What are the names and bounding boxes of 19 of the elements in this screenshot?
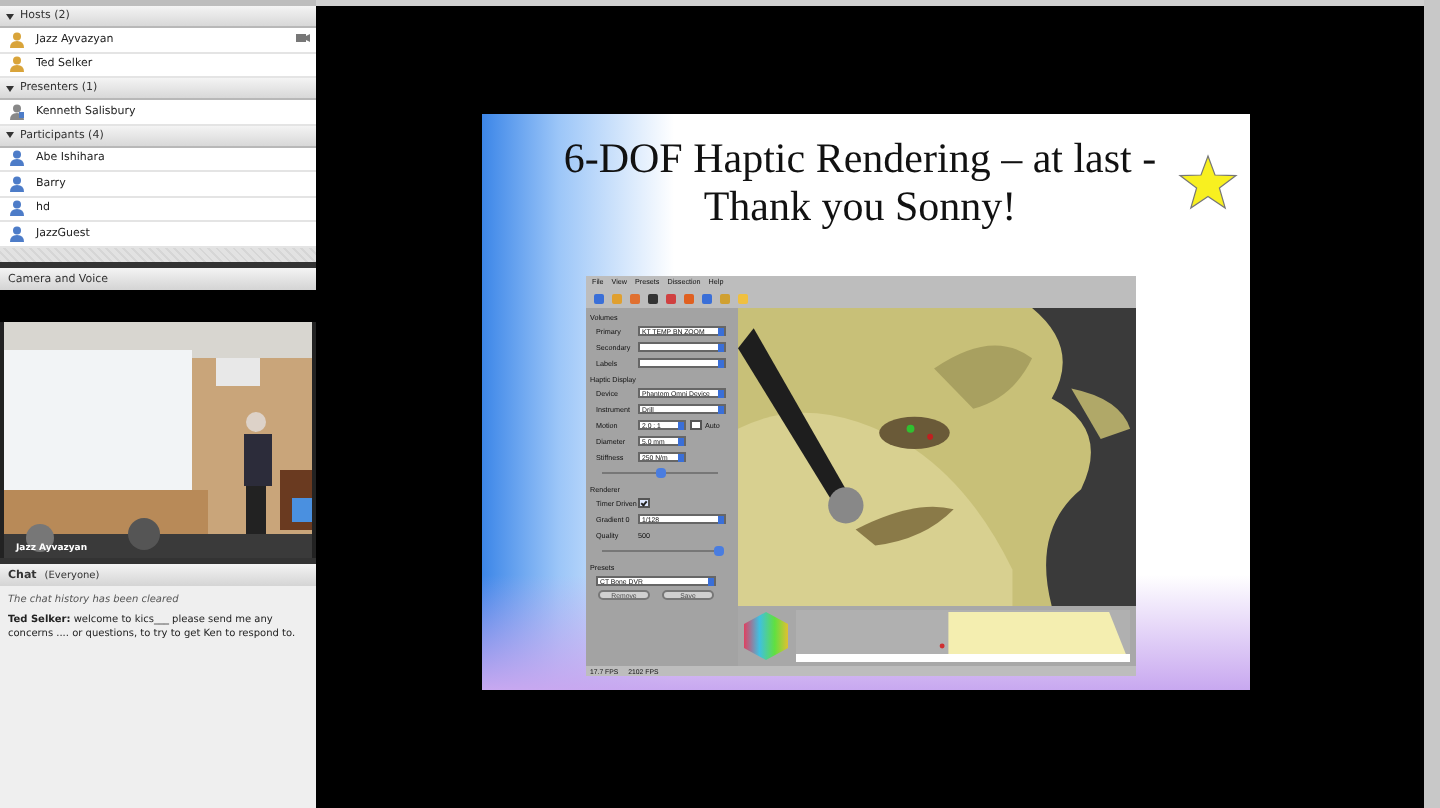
slider-thumb[interactable] — [655, 468, 665, 478]
slider-thumb[interactable] — [713, 546, 723, 556]
person-icon — [10, 225, 24, 242]
person-icon — [10, 31, 24, 48]
person-icon — [10, 150, 24, 167]
person-icon — [10, 175, 24, 192]
checkbox[interactable] — [638, 497, 649, 509]
transfer-function-drawing[interactable] — [796, 610, 1130, 662]
person-icon — [10, 56, 24, 73]
slide-title: 6-DOF Haptic Rendering – at last - Thank you Sonny! — [561, 134, 1159, 230]
checkbox[interactable] — [690, 419, 701, 431]
dropdown[interactable] — [638, 358, 726, 368]
star-icon — [1178, 154, 1238, 210]
dropdown[interactable] — [638, 342, 726, 352]
color-wheel-icon[interactable] — [744, 612, 788, 660]
person-icon — [10, 200, 24, 217]
person-icon — [10, 103, 24, 120]
scrollbar[interactable] — [1424, 0, 1440, 808]
webcam-icon — [296, 32, 310, 47]
